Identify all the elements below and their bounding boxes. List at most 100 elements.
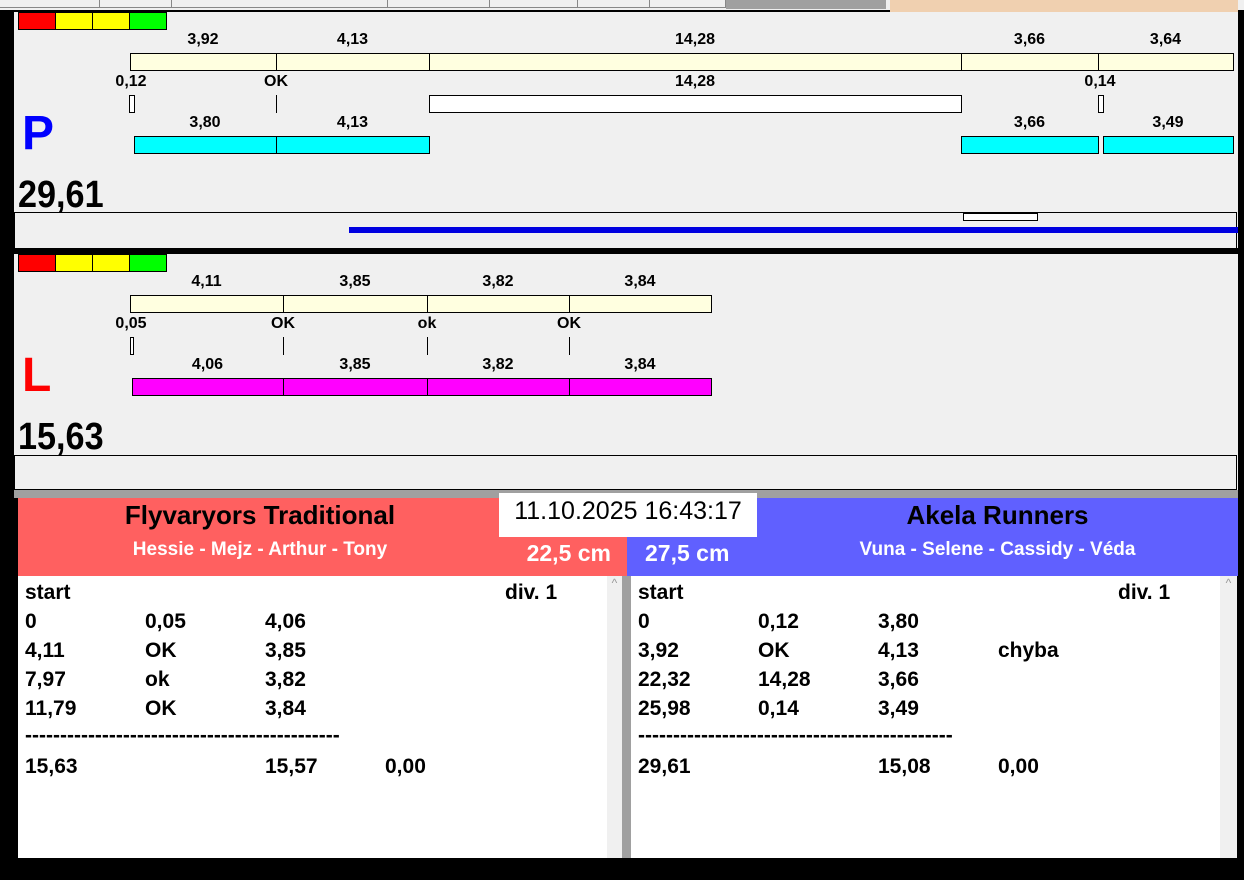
list-cell: 3,84	[265, 697, 306, 720]
list-cell: OK	[145, 697, 177, 720]
run-label: 3,85	[339, 356, 371, 373]
split-bar	[283, 295, 428, 313]
list-total-cell: 29,61	[638, 755, 691, 778]
run-label: 4,13	[336, 114, 369, 131]
list-divider: ----------------------------------------…	[25, 724, 340, 747]
list-cell: 3,49	[878, 697, 919, 720]
list-header-start: start	[25, 581, 71, 604]
list-cell: 4,06	[265, 610, 306, 633]
reaction-label: 0,05	[115, 315, 147, 332]
timestamp: 11.10.2025 16:43:17	[499, 493, 757, 537]
run-bar	[283, 378, 428, 396]
split-label: 3,64	[1149, 31, 1182, 48]
split-label: 4,11	[191, 273, 222, 290]
list-cell: 4,11	[25, 639, 65, 662]
lane-total: 15,63	[18, 416, 104, 458]
p-progress-bar	[349, 227, 1238, 233]
list-cell: chyba	[998, 639, 1059, 662]
left-results-list: start div. 1 0 0,05 4,06 4,11 OK 3,85 7,97 ok 3,82…	[18, 576, 607, 858]
right-scrollbar[interactable]: ^	[1220, 576, 1237, 858]
tab[interactable]	[172, 0, 388, 8]
signal-light	[55, 254, 93, 272]
list-total-cell: 15,63	[25, 755, 78, 778]
list-cell: 22,32	[638, 668, 691, 691]
run-bar	[1103, 136, 1234, 154]
signal-light	[55, 12, 93, 30]
split-label: 4,13	[336, 31, 369, 48]
split-bar	[130, 295, 284, 313]
list-cell: 0,12	[758, 610, 799, 633]
tab[interactable]	[100, 0, 172, 8]
run-bar	[132, 378, 284, 396]
signal-light	[18, 12, 56, 30]
run-label: 4,06	[191, 356, 224, 373]
run-label: 3,49	[1152, 114, 1184, 131]
list-total-cell: 15,08	[878, 755, 931, 778]
right-team-name: Akela Runners	[906, 500, 1089, 530]
tab-strip-fill	[726, 0, 886, 9]
split-bar	[569, 295, 712, 313]
list-total-cell: 0,00	[998, 755, 1039, 778]
tab-strip	[0, 0, 1244, 12]
tab[interactable]	[490, 0, 578, 8]
list-cell: 11,79	[25, 697, 77, 720]
signal-light	[92, 254, 130, 272]
tab[interactable]	[578, 0, 650, 8]
split-label: 3,66	[1013, 31, 1046, 48]
split-bar	[961, 53, 1099, 71]
reaction-label: ok	[417, 315, 437, 332]
list-cell: 4,13	[878, 639, 919, 662]
reaction-label: OK	[264, 73, 288, 90]
run-bar	[961, 136, 1099, 154]
reaction-label: OK	[271, 315, 295, 332]
tab[interactable]	[650, 0, 726, 8]
run-label: 3,82	[482, 356, 514, 373]
list-cell: 3,82	[265, 668, 306, 691]
list-cell: 3,92	[638, 639, 679, 662]
list-cell: 0	[638, 610, 650, 633]
list-cell: 25,98	[638, 697, 691, 720]
tab[interactable]	[388, 0, 490, 8]
list-cell: 0,14	[758, 697, 799, 720]
splitter[interactable]	[622, 576, 631, 858]
list-cell: 0	[25, 610, 37, 633]
p-progress-marker	[963, 213, 1038, 221]
reaction-label: 0,12	[115, 73, 147, 90]
list-cell: ok	[145, 668, 170, 691]
signal-light	[129, 254, 167, 272]
run-bar	[569, 378, 712, 396]
run-label: 3,80	[189, 114, 221, 131]
l-progress-track	[14, 455, 1237, 490]
signal-light	[92, 12, 130, 30]
left-scrollbar[interactable]: ^	[607, 576, 622, 858]
lane-total: 29,61	[18, 174, 104, 216]
left-team-members: Hessie - Mejz - Arthur - Tony	[132, 539, 388, 560]
split-label: 3,84	[624, 273, 656, 290]
split-label: 3,85	[339, 273, 371, 290]
tick-mark	[276, 95, 277, 113]
lane-letter: L	[22, 349, 52, 402]
split-bar	[429, 53, 962, 71]
list-header-division: div. 1	[1118, 581, 1171, 604]
list-total-cell: 0,00	[385, 755, 426, 778]
list-header-division: div. 1	[505, 581, 558, 604]
reaction-label: 0,14	[1084, 73, 1116, 90]
tick-mark	[569, 337, 570, 355]
split-bar	[276, 53, 430, 71]
split-bar	[1098, 53, 1234, 71]
run-bar	[427, 378, 570, 396]
gap-bar	[429, 95, 962, 113]
split-label: 3,92	[187, 31, 219, 48]
tab[interactable]	[0, 0, 100, 8]
signal-light	[18, 254, 56, 272]
run-bar	[276, 136, 430, 154]
split-bar	[130, 53, 277, 71]
split-label: 14,28	[674, 31, 716, 48]
p-progress-track	[14, 212, 1238, 249]
list-divider: ----------------------------------------…	[638, 724, 953, 747]
signal-light	[129, 12, 167, 30]
list-cell: OK	[758, 639, 790, 662]
run-label: 3,84	[624, 356, 656, 373]
reaction-label: 14,28	[674, 73, 716, 90]
status-area	[890, 0, 1238, 12]
